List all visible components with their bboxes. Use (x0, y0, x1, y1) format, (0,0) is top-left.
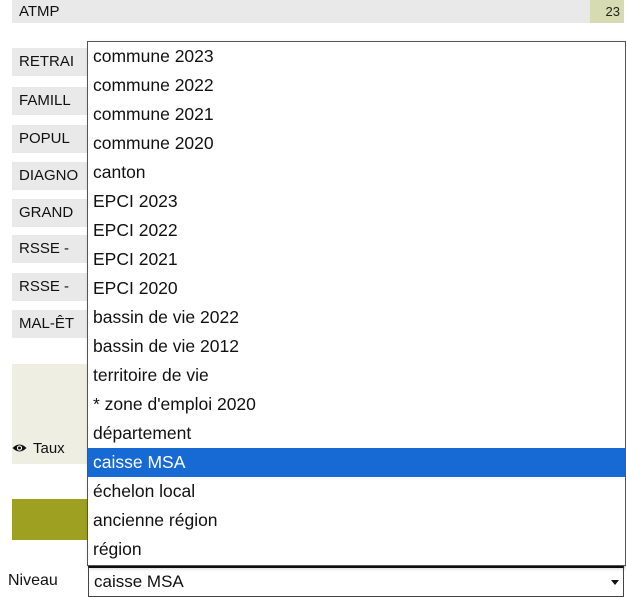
info-label: Taux (33, 440, 65, 457)
menu-row-label: MAL-ÊT (19, 315, 75, 332)
page: ATMP 23 RETRAI FAMILL POPUL DIAGNO GRAND… (0, 0, 626, 597)
menu-row-label: RETRAI (19, 53, 75, 70)
option-bassin-de-vie-2022[interactable]: bassin de vie 2022 (88, 303, 625, 332)
option-bassin-de-vie-2012[interactable]: bassin de vie 2012 (88, 332, 625, 361)
menu-row-label: RSSE - (19, 240, 70, 257)
option-commune-2020[interactable]: commune 2020 (88, 129, 625, 158)
info-row[interactable]: Taux (12, 438, 65, 460)
option-region[interactable]: région (88, 535, 625, 564)
menu-row-label: ATMP (19, 3, 60, 20)
niveau-label: Niveau (8, 572, 58, 589)
option-epci-2020[interactable]: EPCI 2020 (88, 274, 625, 303)
eye-icon (12, 444, 27, 452)
option-departement[interactable]: département (88, 419, 625, 448)
chevron-down-icon[interactable] (611, 580, 619, 585)
option-ancienne-region[interactable]: ancienne région (88, 506, 625, 535)
niveau-select[interactable]: caisse MSA (88, 566, 624, 597)
option-epci-2023[interactable]: EPCI 2023 (88, 187, 625, 216)
menu-row-label: FAMILL (19, 92, 71, 109)
option-epci-2022[interactable]: EPCI 2022 (88, 216, 625, 245)
option-caisse-msa[interactable]: caisse MSA (88, 448, 625, 477)
option-territoire-de-vie[interactable]: territoire de vie (88, 361, 625, 390)
option-commune-2021[interactable]: commune 2021 (88, 100, 625, 129)
menu-row-label: DIAGNO (19, 167, 79, 184)
option-canton[interactable]: canton (88, 158, 625, 187)
menu-row-label: GRAND (19, 204, 74, 221)
option-echelon-local[interactable]: échelon local (88, 477, 625, 506)
option-commune-2022[interactable]: commune 2022 (88, 71, 625, 100)
option-zone-emploi-2020[interactable]: * zone d'emploi 2020 (88, 390, 625, 419)
niveau-dropdown-list: commune 2023 commune 2022 commune 2021 c… (87, 41, 626, 566)
menu-row-label: POPUL (19, 130, 70, 147)
niveau-selected-value: caisse MSA (94, 572, 184, 591)
menu-row-label: RSSE - (19, 278, 70, 295)
menu-row-value: 23 (590, 0, 624, 23)
option-commune-2023[interactable]: commune 2023 (88, 42, 625, 71)
option-epci-2021[interactable]: EPCI 2021 (88, 245, 625, 274)
menu-row-atmp[interactable]: ATMP 23 (12, 0, 624, 23)
